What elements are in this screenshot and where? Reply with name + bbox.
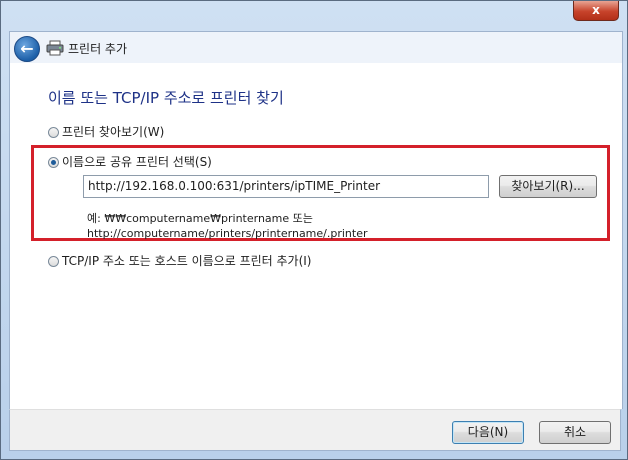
close-button[interactable]: x bbox=[573, 1, 619, 21]
cancel-button[interactable]: 취소 bbox=[539, 421, 611, 444]
option-tcpip-label: TCP/IP 주소 또는 호스트 이름으로 프린터 추가(I) bbox=[62, 254, 312, 268]
example-line-1: 예: ₩₩computername₩printername 또는 bbox=[87, 212, 313, 225]
next-button[interactable]: 다음(N) bbox=[452, 421, 524, 444]
printer-icon bbox=[46, 40, 64, 56]
radio-shared-selected-icon[interactable] bbox=[48, 157, 59, 168]
option-select-shared-printer[interactable]: 이름으로 공유 프린터 선택(S) bbox=[48, 153, 212, 170]
option-browse-label: 프린터 찾아보기(W) bbox=[62, 125, 165, 139]
example-text: 예: ₩₩computername₩printername 또는 http://… bbox=[87, 211, 368, 241]
example-line-2: http://computername/printers/printername… bbox=[87, 227, 368, 240]
radio-tcpip-icon[interactable] bbox=[48, 256, 59, 267]
option-shared-label: 이름으로 공유 프린터 선택(S) bbox=[62, 155, 212, 169]
page-heading: 이름 또는 TCP/IP 주소로 프린터 찾기 bbox=[48, 89, 284, 107]
back-button[interactable]: ← bbox=[14, 36, 40, 62]
close-icon: x bbox=[592, 3, 600, 17]
shared-printer-url-input[interactable]: http://192.168.0.100:631/printers/ipTIME… bbox=[83, 175, 489, 198]
wizard-content: 이름 또는 TCP/IP 주소로 프린터 찾기 프린터 찾아보기(W) 이름으로… bbox=[9, 63, 623, 409]
title-bar: x bbox=[1, 1, 627, 31]
back-arrow-icon: ← bbox=[20, 39, 34, 58]
navigation-bar: ← 프린터 추가 bbox=[9, 31, 623, 64]
footer-bar: 다음(N) 취소 bbox=[9, 409, 621, 451]
wizard-title: 프린터 추가 bbox=[68, 42, 128, 56]
browse-button[interactable]: 찾아보기(R)... bbox=[499, 175, 597, 198]
radio-browse-icon[interactable] bbox=[48, 127, 59, 138]
dialog-window: x ← 프린터 추가 이름 또는 TCP/IP 주소로 프린터 찾기 프린터 찾… bbox=[0, 0, 628, 460]
option-browse-printer[interactable]: 프린터 찾아보기(W) bbox=[48, 123, 164, 140]
option-add-by-tcpip[interactable]: TCP/IP 주소 또는 호스트 이름으로 프린터 추가(I) bbox=[48, 252, 312, 269]
